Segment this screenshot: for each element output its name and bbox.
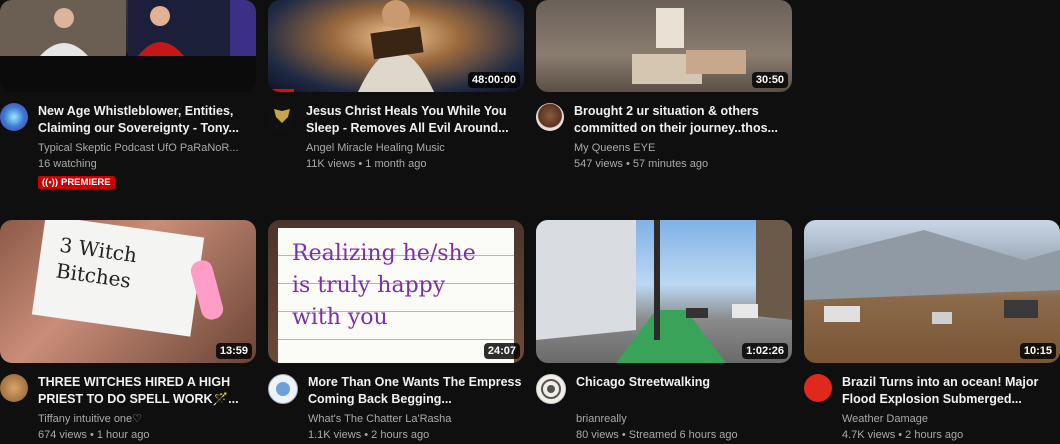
- thumbnail-image: [536, 220, 792, 363]
- video-title[interactable]: Brought 2 ur situation & others committe…: [574, 103, 792, 137]
- video-thumbnail[interactable]: 48:00:00: [268, 0, 524, 92]
- video-thumbnail[interactable]: Realizing he/she is truly happy with you…: [268, 220, 524, 363]
- video-title[interactable]: More Than One Wants The Empress Coming B…: [308, 374, 524, 408]
- video-title[interactable]: Jesus Christ Heals You While You Sleep -…: [306, 103, 524, 137]
- video-title[interactable]: Chicago Streetwalking: [576, 374, 792, 408]
- channel-name[interactable]: Typical Skeptic Podcast UfO PaRaNoR...: [38, 140, 256, 156]
- video-duration: 10:15: [1019, 343, 1056, 359]
- channel-avatar[interactable]: [0, 103, 28, 131]
- video-card[interactable]: 30:50 Brought 2 ur situation & others co…: [536, 0, 792, 172]
- channel-name[interactable]: What's The Chatter La'Rasha: [308, 411, 524, 427]
- channel-avatar[interactable]: [268, 374, 298, 404]
- channel-avatar[interactable]: [0, 374, 28, 402]
- channel-avatar[interactable]: [536, 374, 566, 404]
- video-card[interactable]: Realizing he/she is truly happy with you…: [268, 220, 524, 443]
- channel-name[interactable]: My Queens EYE: [574, 140, 792, 156]
- channel-avatar[interactable]: [268, 103, 296, 131]
- channel-name[interactable]: Angel Miracle Healing Music: [306, 140, 524, 156]
- channel-avatar[interactable]: [536, 103, 564, 131]
- index-card-image: 3 Witch Bitches: [31, 220, 205, 337]
- channel-name[interactable]: brianreally: [576, 411, 792, 427]
- video-stats: 11K views • 1 month ago: [306, 158, 427, 170]
- video-stats: 674 views • 1 hour ago: [38, 429, 150, 441]
- watch-progress-bar: [268, 89, 294, 92]
- channel-logo-icon: [276, 382, 290, 396]
- video-card[interactable]: 10:15 Brazil Turns into an ocean! Major …: [804, 220, 1060, 443]
- video-thumbnail[interactable]: 10:15: [804, 220, 1060, 363]
- video-thumbnail[interactable]: [0, 0, 256, 92]
- video-card[interactable]: 1:02:26 Chicago Streetwalking brianreall…: [536, 220, 792, 443]
- index-card-image: Realizing he/she is truly happy with you: [278, 228, 514, 363]
- angel-wings-icon: [274, 109, 290, 123]
- video-stats: 80 views • Streamed 6 hours ago: [576, 429, 738, 441]
- video-thumbnail[interactable]: 30:50: [536, 0, 792, 92]
- video-title[interactable]: Brazil Turns into an ocean! Major Flood …: [842, 374, 1060, 408]
- channel-name[interactable]: Weather Damage: [842, 411, 1060, 427]
- video-duration: 48:00:00: [467, 72, 520, 88]
- channel-name[interactable]: Tiffany intuitive one♡: [38, 411, 256, 427]
- thumbnail-image: [804, 230, 1060, 324]
- card-handwriting: is truly happy: [292, 273, 446, 298]
- premiere-badge: ((•)) PREMIERE: [38, 176, 115, 189]
- video-stats: 1.1K views • 2 hours ago: [308, 429, 430, 441]
- badge-label: PREMIERE: [60, 177, 111, 188]
- video-card[interactable]: 48:00:00 Jesus Christ Heals You While Yo…: [268, 0, 524, 172]
- channel-logo-icon: [541, 379, 561, 399]
- card-handwriting: with you: [292, 305, 388, 330]
- video-card[interactable]: 3 Witch Bitches 13:59 THREE WITCHES HIRE…: [0, 220, 256, 443]
- card-handwriting: Realizing he/she: [292, 241, 476, 266]
- thumbnail-image: [0, 0, 256, 56]
- video-thumbnail[interactable]: 1:02:26: [536, 220, 792, 363]
- video-stats: 4.7K views • 2 hours ago: [842, 429, 964, 441]
- video-title[interactable]: New Age Whistleblower, Entities, Claimin…: [38, 103, 256, 137]
- video-stats: 16 watching: [38, 158, 97, 170]
- video-stats: 547 views • 57 minutes ago: [574, 158, 709, 170]
- video-title[interactable]: THREE WITCHES HIRED A HIGH PRIEST TO DO …: [38, 374, 256, 408]
- live-broadcast-icon: ((•)): [42, 177, 58, 188]
- video-thumbnail[interactable]: 3 Witch Bitches 13:59: [0, 220, 256, 363]
- video-duration: 30:50: [751, 72, 788, 88]
- video-duration: 1:02:26: [742, 343, 788, 359]
- video-duration: 24:07: [483, 343, 520, 359]
- channel-avatar[interactable]: [804, 374, 832, 402]
- video-card[interactable]: New Age Whistleblower, Entities, Claimin…: [0, 0, 256, 190]
- video-duration: 13:59: [215, 343, 252, 359]
